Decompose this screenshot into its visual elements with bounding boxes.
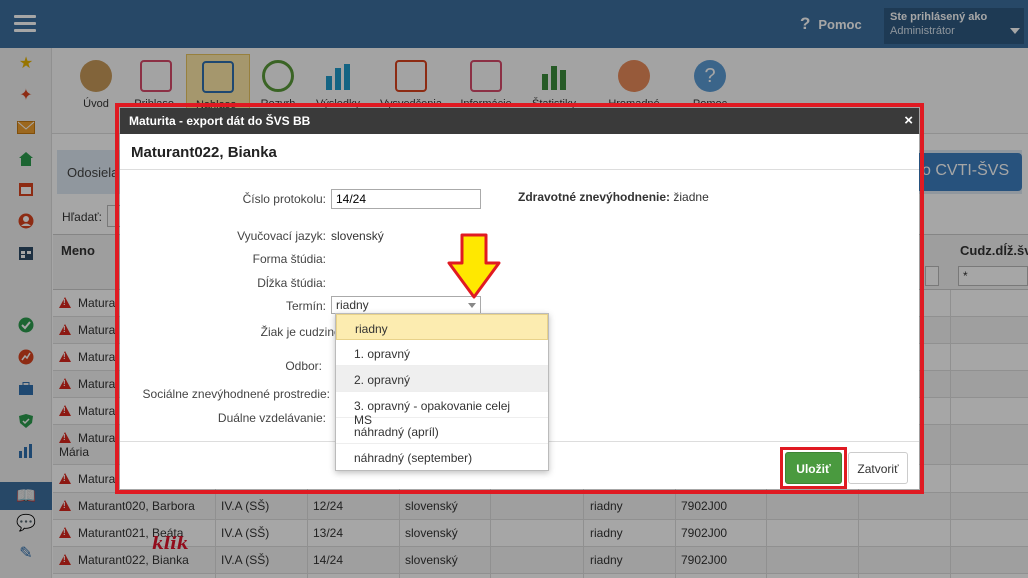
dropdown-option[interactable]: 2. opravný [336,366,548,392]
label-odbor: Odbor: [285,359,322,373]
protocol-number-input[interactable] [331,189,481,209]
label-forma: Forma štúdia: [252,252,326,266]
dropdown-option[interactable]: 1. opravný [336,340,548,366]
health-value: žiadne [673,190,709,204]
label-dualne: Duálne vzdelávanie: [217,411,326,425]
chevron-down-icon [468,303,476,308]
save-button[interactable]: Uložiť [785,452,842,484]
label-socialne: Sociálne znevýhodnené prostredie: [142,387,330,401]
label-termin: Termín: [285,299,326,313]
label-dlzka: Dĺžka štúdia: [257,276,326,290]
close-icon[interactable]: × [904,112,913,129]
label-jazyk: Vyučovací jazyk: [237,229,326,243]
dialog-title: Maturita - export dát do ŠVS BB [129,114,311,128]
dropdown-option[interactable]: riadny [336,314,548,340]
close-button[interactable]: Zatvoriť [848,452,908,484]
term-select-value: riadny [336,298,369,312]
dropdown-option[interactable]: náhradný (apríl) [336,418,548,444]
term-dropdown-list: riadny 1. opravný 2. opravný 3. opravný … [335,313,549,471]
dropdown-option[interactable]: 3. opravný - opakovanie celej MS [336,392,548,427]
dropdown-option[interactable]: náhradný (september) [336,444,548,470]
student-name: Maturant022, Bianka [120,134,919,170]
label-cislo: Číslo protokolu: [242,192,326,206]
dialog-titlebar: Maturita - export dát do ŠVS BB × [120,108,919,134]
language-value: slovenský [331,229,384,243]
label-cudzinec: Žiak je cudzinec: [260,325,350,339]
health-disadvantage: Zdravotné znevýhodnenie: žiadne [518,190,709,204]
health-label: Zdravotné znevýhodnenie: [518,190,671,204]
arrow-down-icon [447,233,501,299]
